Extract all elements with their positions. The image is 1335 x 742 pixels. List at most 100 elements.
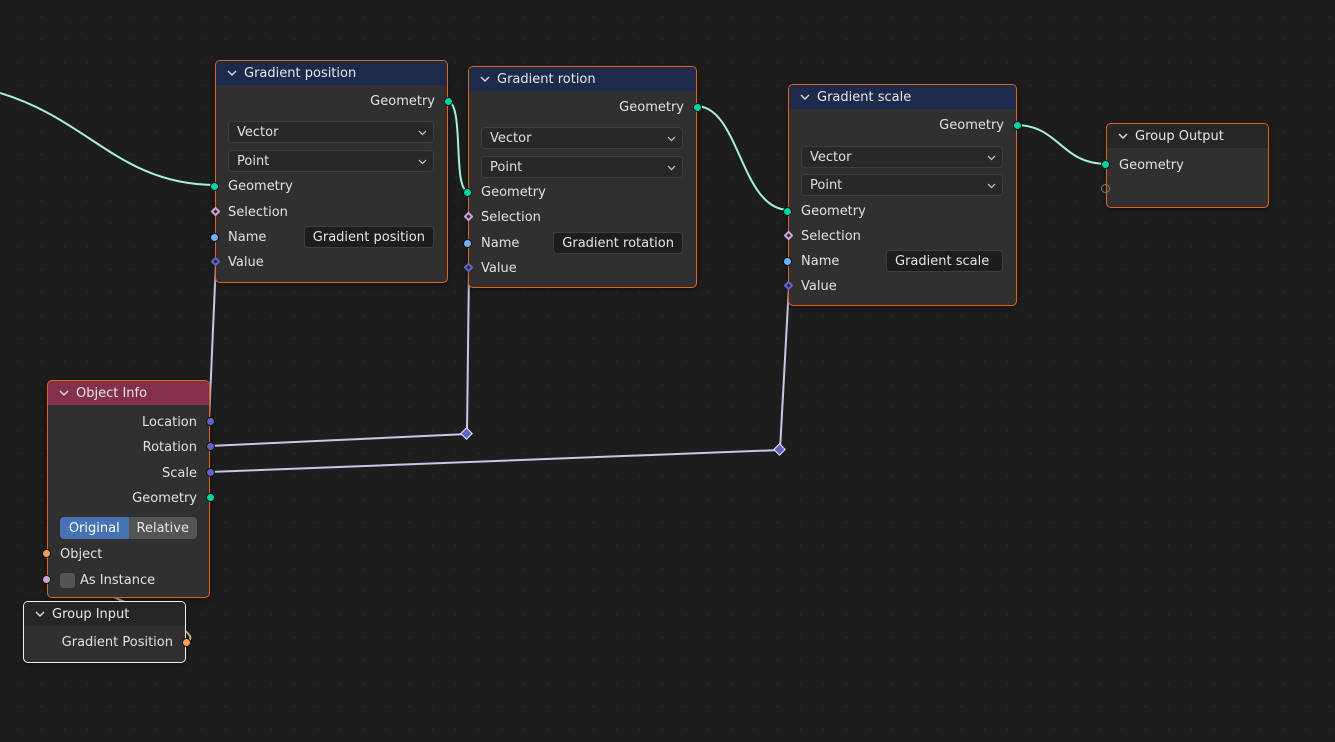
- input-geometry-socket[interactable]: [783, 207, 792, 216]
- name-field[interactable]: Gradient rotation: [553, 232, 683, 254]
- select-value: Point: [490, 159, 523, 175]
- output-geometry-row: Geometry: [48, 488, 209, 508]
- input-geometry-row: Geometry: [469, 182, 696, 202]
- domain-select[interactable]: Point: [228, 150, 434, 172]
- output-geometry-socket[interactable]: [1013, 121, 1022, 130]
- socket-label: Geometry: [1119, 157, 1184, 173]
- socket-label: Selection: [228, 204, 288, 220]
- output-gradient-position-row: Gradient Position: [24, 632, 185, 652]
- node-gradient-rotation[interactable]: Gradient rotion Geometry Vector Point Ge…: [463, 66, 702, 288]
- output-gradient-position-socket[interactable]: [182, 638, 191, 647]
- node-header[interactable]: Group Output: [1107, 124, 1268, 148]
- socket-label: Selection: [801, 228, 861, 244]
- node-title: Gradient position: [244, 65, 357, 81]
- node-group-output[interactable]: Group Output Geometry: [1101, 123, 1269, 208]
- node-group-input[interactable]: Group Input Gradient Position: [23, 601, 191, 663]
- chevron-down-icon: [987, 155, 996, 161]
- node-header[interactable]: Group Input: [24, 602, 185, 626]
- as-instance-checkbox[interactable]: [60, 572, 75, 588]
- socket-label: Location: [142, 414, 197, 430]
- chevron-down-icon: [418, 159, 427, 165]
- original-option[interactable]: Original: [60, 517, 129, 539]
- output-location-row: Location: [48, 412, 209, 432]
- input-geometry-row: Geometry: [216, 176, 447, 196]
- socket-label: Name: [801, 253, 840, 269]
- input-empty-socket[interactable]: [1101, 184, 1110, 193]
- data-type-select[interactable]: Vector: [481, 127, 683, 149]
- link-rotation-reroute: [208, 266, 470, 447]
- output-geometry-socket[interactable]: [693, 103, 702, 112]
- output-scale-row: Scale: [48, 463, 209, 483]
- chevron-down-icon[interactable]: [34, 608, 46, 620]
- input-selection-row: Selection: [789, 226, 1016, 246]
- socket-label: Geometry: [801, 203, 866, 219]
- output-rotation-socket[interactable]: [206, 442, 215, 451]
- link-geometry-in: [0, 92, 217, 186]
- link-geometry-scale-output: [1014, 124, 1108, 165]
- input-geometry-socket[interactable]: [1101, 160, 1110, 169]
- output-scale-socket[interactable]: [206, 468, 215, 477]
- input-name-socket[interactable]: [463, 239, 472, 248]
- node-header[interactable]: Gradient position: [216, 61, 447, 85]
- input-object-socket[interactable]: [42, 549, 51, 558]
- chevron-down-icon[interactable]: [479, 73, 491, 85]
- input-geometry-socket[interactable]: [463, 188, 472, 197]
- socket-label: Gradient Position: [61, 634, 173, 650]
- output-geometry-row: Geometry: [789, 115, 1016, 135]
- chevron-down-icon[interactable]: [799, 91, 811, 103]
- output-geometry-socket[interactable]: [206, 493, 215, 502]
- socket-label: As Instance: [80, 572, 156, 588]
- chevron-down-icon[interactable]: [1117, 130, 1129, 142]
- socket-label: Selection: [481, 209, 541, 225]
- output-location-socket[interactable]: [206, 417, 215, 426]
- node-title: Gradient rotion: [497, 71, 596, 87]
- reroute-rotation[interactable]: [460, 427, 473, 440]
- socket-label: Name: [228, 229, 267, 245]
- relative-option[interactable]: Relative: [128, 517, 197, 539]
- socket-label: Scale: [162, 465, 197, 481]
- node-title: Gradient scale: [817, 89, 912, 105]
- input-as-instance-row: As Instance: [48, 570, 209, 590]
- input-name-socket[interactable]: [783, 257, 792, 266]
- transform-space-toggle: Original Relative: [60, 517, 197, 539]
- output-geometry-socket[interactable]: [444, 97, 453, 106]
- data-type-select[interactable]: Vector: [801, 146, 1003, 168]
- input-geometry-socket[interactable]: [210, 182, 219, 191]
- node-object-info[interactable]: Object Info Location Rotation Scale Geom…: [42, 380, 215, 598]
- select-value: Point: [810, 177, 843, 193]
- input-value-row: Value: [789, 276, 1016, 296]
- field-value: Gradient rotation: [562, 235, 674, 251]
- chevron-down-icon[interactable]: [226, 67, 238, 79]
- name-field[interactable]: Gradient position: [303, 226, 434, 248]
- node-header[interactable]: Gradient scale: [789, 85, 1016, 109]
- select-value: Point: [237, 153, 270, 169]
- input-object-row: Object: [48, 544, 209, 564]
- domain-select[interactable]: Point: [801, 174, 1003, 196]
- link-scale-reroute: [208, 284, 790, 473]
- chevron-down-icon[interactable]: [58, 387, 70, 399]
- chevron-down-icon: [667, 165, 676, 171]
- name-field[interactable]: Gradient scale: [886, 250, 1003, 272]
- reroute-scale[interactable]: [773, 443, 786, 456]
- field-value: Gradient scale: [895, 253, 990, 269]
- socket-label: Rotation: [142, 439, 197, 455]
- node-gradient-position[interactable]: Gradient position Geometry Vector Point …: [210, 60, 453, 283]
- input-value-row: Value: [216, 252, 447, 272]
- input-as-instance-socket[interactable]: [42, 575, 51, 584]
- input-geometry-row: Geometry: [789, 201, 1016, 221]
- input-selection-row: Selection: [216, 202, 447, 222]
- node-header[interactable]: Object Info: [48, 381, 209, 405]
- chevron-down-icon: [987, 183, 996, 189]
- select-value: Vector: [490, 130, 532, 146]
- node-gradient-scale[interactable]: Gradient scale Geometry Vector Point Geo…: [783, 84, 1022, 306]
- socket-label: Object: [60, 546, 103, 562]
- socket-label: Geometry: [481, 184, 546, 200]
- data-type-select[interactable]: Vector: [228, 121, 434, 143]
- input-name-socket[interactable]: [210, 233, 219, 242]
- link-location-value: [208, 260, 217, 422]
- socket-label: Geometry: [370, 93, 435, 109]
- node-header[interactable]: Gradient rotion: [469, 67, 696, 91]
- socket-label: Geometry: [939, 117, 1004, 133]
- socket-label: Value: [801, 278, 837, 294]
- domain-select[interactable]: Point: [481, 156, 683, 178]
